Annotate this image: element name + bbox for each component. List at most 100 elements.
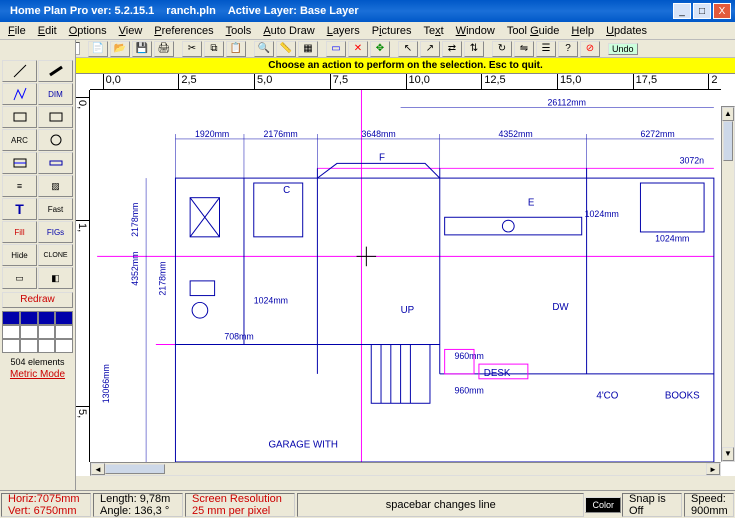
scroll-left-icon[interactable]: ◄ bbox=[91, 463, 105, 475]
menu-options[interactable]: Options bbox=[63, 24, 113, 38]
tool-open-icon[interactable]: 📂 bbox=[110, 41, 130, 57]
undo-button[interactable]: Undo bbox=[608, 43, 638, 55]
status-res2: 25 mm per pixel bbox=[192, 505, 288, 517]
close-button[interactable]: X bbox=[713, 3, 731, 19]
tool-rect-fill[interactable] bbox=[38, 106, 73, 128]
tool-text[interactable]: T bbox=[2, 198, 37, 220]
tool-misc2[interactable]: ◧ bbox=[38, 267, 73, 289]
tool-copy-icon[interactable]: ⧉ bbox=[204, 41, 224, 57]
tool-mirror-icon[interactable]: ⇋ bbox=[514, 41, 534, 57]
tool-paste-icon[interactable]: 📋 bbox=[226, 41, 246, 57]
menu-preferences[interactable]: Preferences bbox=[148, 24, 219, 38]
menu-file[interactable]: File bbox=[2, 24, 32, 38]
tool-properties-icon[interactable]: ☰ bbox=[536, 41, 556, 57]
maximize-button[interactable]: □ bbox=[693, 3, 711, 19]
svg-text:1920mm: 1920mm bbox=[195, 129, 229, 139]
svg-text:C: C bbox=[283, 185, 290, 196]
tool-print-icon[interactable]: 🖨 bbox=[154, 41, 174, 57]
action-message: Choose an action to perform on the selec… bbox=[76, 58, 735, 74]
minimize-button[interactable]: _ bbox=[673, 3, 691, 19]
tool-cancel-icon[interactable]: ⊘ bbox=[580, 41, 600, 57]
redraw-button[interactable]: Redraw bbox=[2, 292, 73, 308]
svg-text:E: E bbox=[528, 198, 535, 209]
menu-edit[interactable]: Edit bbox=[32, 24, 63, 38]
coord-toolbar: X = 830,0cm 📄 📂 💾 🖨 ✂ ⧉ 📋 🔍 📏 ▦ ▭ ✕ ✥ ↖ … bbox=[0, 40, 735, 58]
tool-delete-icon[interactable]: ✕ bbox=[348, 41, 368, 57]
scroll-down-icon[interactable]: ▼ bbox=[722, 447, 734, 461]
tool-arrow-ne-icon[interactable]: ↗ bbox=[420, 41, 440, 57]
tool-misc1[interactable]: ▭ bbox=[2, 267, 37, 289]
tool-new-icon[interactable]: 📄 bbox=[88, 41, 108, 57]
tool-pattern[interactable]: ▨ bbox=[38, 175, 73, 197]
tool-move-icon[interactable]: ✥ bbox=[370, 41, 390, 57]
status-speed: Speed: bbox=[691, 493, 727, 505]
menu-tools[interactable]: Tools bbox=[220, 24, 258, 38]
svg-text:4352mm: 4352mm bbox=[498, 129, 532, 139]
tool-hatch2[interactable]: ≡ bbox=[2, 175, 37, 197]
tool-circle[interactable] bbox=[38, 129, 73, 151]
element-count: 504 elements bbox=[0, 355, 75, 369]
menu-autodraw[interactable]: Auto Draw bbox=[257, 24, 320, 38]
menu-toolguide[interactable]: Tool Guide bbox=[501, 24, 566, 38]
tool-polyline[interactable] bbox=[2, 83, 37, 105]
tool-door[interactable] bbox=[38, 152, 73, 174]
tool-rect[interactable] bbox=[2, 106, 37, 128]
tool-wall[interactable] bbox=[38, 60, 73, 82]
tool-clone[interactable]: CLONE bbox=[38, 244, 73, 266]
tool-save-icon[interactable]: 💾 bbox=[132, 41, 152, 57]
tool-swap-icon[interactable]: ⇄ bbox=[442, 41, 462, 57]
svg-text:1024mm: 1024mm bbox=[254, 295, 288, 305]
app-title: Home Plan Pro ver: 5.2.15.1 bbox=[4, 5, 160, 17]
metric-mode-button[interactable]: Metric Mode bbox=[0, 369, 75, 380]
svg-text:DESK: DESK bbox=[484, 368, 511, 379]
menu-updates[interactable]: Updates bbox=[600, 24, 653, 38]
tool-grid-icon[interactable]: ▦ bbox=[298, 41, 318, 57]
menu-help[interactable]: Help bbox=[565, 24, 600, 38]
tool-select-icon[interactable]: ▭ bbox=[326, 41, 346, 57]
tool-cut-icon[interactable]: ✂ bbox=[182, 41, 202, 57]
status-horiz: Horiz:7075mm bbox=[8, 493, 84, 505]
ruler-horizontal: 0,0 2,5 5,0 7,5 10,0 12,5 15,0 17,5 2 bbox=[90, 74, 721, 90]
tool-question-icon[interactable]: ? bbox=[558, 41, 578, 57]
drawing-canvas[interactable]: 26112mm 1920mm 2176mm 3648mm 4352mm 6272… bbox=[90, 90, 721, 462]
tool-hatch[interactable] bbox=[2, 152, 37, 174]
svg-text:3648mm: 3648mm bbox=[361, 129, 395, 139]
menu-pictures[interactable]: Pictures bbox=[366, 24, 418, 38]
scroll-thumb-h[interactable] bbox=[105, 464, 165, 474]
tool-arc[interactable]: ARC bbox=[2, 129, 37, 151]
menu-text[interactable]: Text bbox=[417, 24, 449, 38]
tool-fast[interactable]: Fast bbox=[38, 198, 73, 220]
tool-hide[interactable]: Hide bbox=[2, 244, 37, 266]
tool-zoom-icon[interactable]: 🔍 bbox=[254, 41, 274, 57]
menu-layers[interactable]: Layers bbox=[321, 24, 366, 38]
svg-text:F: F bbox=[379, 152, 385, 163]
scroll-thumb-v[interactable] bbox=[723, 121, 733, 161]
tool-arrow-nw-icon[interactable]: ↖ bbox=[398, 41, 418, 57]
status-snap: Snap is Off bbox=[629, 493, 675, 517]
tool-measure-icon[interactable]: 📏 bbox=[276, 41, 296, 57]
svg-text:2176mm: 2176mm bbox=[264, 129, 298, 139]
svg-text:960mm: 960mm bbox=[454, 351, 483, 361]
menu-bar: File Edit Options View Preferences Tools… bbox=[0, 22, 735, 40]
svg-text:2178mm: 2178mm bbox=[158, 261, 168, 295]
svg-text:DW: DW bbox=[552, 302, 569, 313]
scroll-up-icon[interactable]: ▲ bbox=[722, 107, 734, 121]
color-button[interactable]: Color bbox=[585, 497, 621, 513]
tool-rotate-icon[interactable]: ↻ bbox=[492, 41, 512, 57]
svg-text:13066mm: 13066mm bbox=[101, 364, 111, 403]
menu-view[interactable]: View bbox=[113, 24, 149, 38]
active-layer: Active Layer: Base Layer bbox=[222, 5, 365, 17]
scrollbar-horizontal[interactable]: ◄ ► bbox=[90, 462, 721, 476]
tool-line[interactable] bbox=[2, 60, 37, 82]
tool-dim[interactable]: DIM bbox=[38, 83, 73, 105]
menu-window[interactable]: Window bbox=[450, 24, 501, 38]
tool-updown-icon[interactable]: ⇅ bbox=[464, 41, 484, 57]
tool-figs[interactable]: FIGs bbox=[38, 221, 73, 243]
color-swatch[interactable] bbox=[2, 311, 73, 353]
status-angle: Angle: 136,3 ° bbox=[100, 505, 176, 517]
svg-text:2178mm: 2178mm bbox=[130, 203, 140, 237]
scroll-right-icon[interactable]: ► bbox=[706, 463, 720, 475]
scrollbar-vertical[interactable]: ▲ ▼ bbox=[721, 106, 735, 462]
tool-fill[interactable]: Fill bbox=[2, 221, 37, 243]
svg-text:1024mm: 1024mm bbox=[585, 209, 619, 219]
